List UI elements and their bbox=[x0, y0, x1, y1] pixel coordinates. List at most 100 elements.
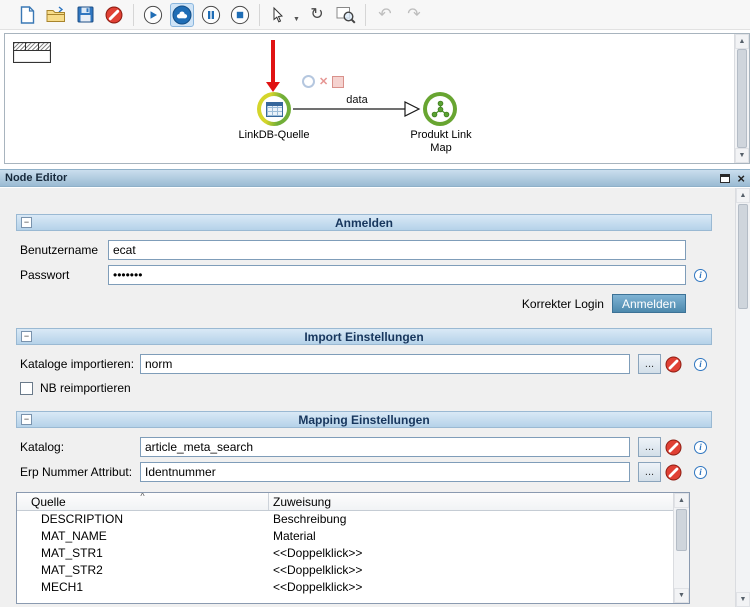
scroll-up-icon[interactable]: ▲ bbox=[735, 34, 749, 49]
collapse-icon[interactable]: − bbox=[21, 331, 32, 342]
node-core bbox=[427, 96, 453, 122]
table-row[interactable]: MECH1 <<Doppelklick>> bbox=[17, 579, 689, 596]
overview-table-widget bbox=[13, 42, 51, 63]
zuweisung-cell[interactable]: <<Doppelklick>> bbox=[269, 545, 689, 562]
arrow-shaft bbox=[271, 40, 275, 82]
table-row[interactable]: MAT_STR2 <<Doppelklick>> bbox=[17, 562, 689, 579]
collapse-icon[interactable]: − bbox=[21, 414, 32, 425]
section-header-mapping[interactable]: − Mapping Einstellungen bbox=[16, 411, 712, 428]
collapse-icon[interactable]: − bbox=[21, 217, 32, 228]
refresh-button[interactable]: ↻ bbox=[305, 3, 329, 27]
erp-attribut-label: Erp Nummer Attribut: bbox=[20, 465, 140, 479]
section-header-import[interactable]: − Import Einstellungen bbox=[16, 328, 712, 345]
workflow-canvas[interactable]: ✕ data LinkDB-Quelle Produkt Link Map ▲ bbox=[4, 33, 750, 164]
column-header-zuweisung[interactable]: Zuweisung bbox=[269, 493, 689, 510]
open-file-button[interactable] bbox=[44, 3, 68, 27]
node-core bbox=[261, 96, 287, 122]
run-button[interactable] bbox=[141, 3, 165, 27]
scrollbar-thumb[interactable] bbox=[738, 204, 748, 309]
scroll-down-icon[interactable]: ▼ bbox=[674, 588, 689, 603]
run-cloud-button[interactable] bbox=[170, 3, 194, 27]
save-icon bbox=[77, 6, 94, 23]
password-label: Passwort bbox=[20, 268, 108, 282]
undo-button[interactable]: ↶ bbox=[373, 3, 397, 27]
katalog-label: Katalog: bbox=[20, 440, 140, 454]
quelle-cell[interactable]: MAT_STR2 bbox=[17, 562, 269, 579]
node-editor-titlebar[interactable]: Node Editor × bbox=[0, 169, 750, 187]
scroll-up-icon[interactable]: ▲ bbox=[736, 188, 750, 203]
nb-reimport-checkbox[interactable] bbox=[20, 382, 33, 395]
pointer-icon bbox=[270, 6, 288, 24]
quelle-cell[interactable]: MAT_STR1 bbox=[17, 545, 269, 562]
zuweisung-cell[interactable]: Beschreibung bbox=[269, 511, 689, 528]
panel-scrollbar[interactable]: ▲ ▼ bbox=[735, 188, 750, 607]
scrollbar-thumb[interactable] bbox=[737, 49, 747, 148]
katalog-input[interactable] bbox=[140, 437, 630, 457]
refresh-icon: ↻ bbox=[310, 7, 323, 23]
zuweisung-cell[interactable]: <<Doppelklick>> bbox=[269, 579, 689, 596]
node-linkdb-quelle[interactable] bbox=[257, 92, 291, 126]
node-produkt-link-map[interactable] bbox=[423, 92, 457, 126]
info-icon[interactable]: i bbox=[694, 441, 707, 454]
browse-button[interactable]: ... bbox=[638, 462, 661, 482]
scroll-up-icon[interactable]: ▲ bbox=[674, 493, 689, 508]
forbidden-icon bbox=[105, 6, 123, 24]
table-source-icon bbox=[266, 102, 283, 117]
panel-content: − Anmelden Benutzername Passwort i Korre… bbox=[16, 188, 712, 604]
password-row: Passwort i bbox=[16, 265, 712, 285]
section-title-import: Import Einstellungen bbox=[17, 330, 711, 344]
scrollbar-thumb[interactable] bbox=[676, 509, 687, 551]
table-scrollbar[interactable]: ▲ ▼ bbox=[673, 493, 689, 603]
table-row[interactable]: MAT_STR1 <<Doppelklick>> bbox=[17, 545, 689, 562]
username-row: Benutzername bbox=[16, 240, 712, 260]
table-header: ^ Quelle Zuweisung bbox=[17, 493, 689, 511]
panel-title: Node Editor bbox=[5, 172, 67, 184]
stop-button[interactable] bbox=[228, 3, 252, 27]
zuweisung-cell[interactable]: Material bbox=[269, 528, 689, 545]
section-title-mapping: Mapping Einstellungen bbox=[17, 413, 711, 427]
table-row[interactable]: DESCRIPTION Beschreibung bbox=[17, 511, 689, 528]
edge-label: data bbox=[346, 94, 368, 106]
catalogs-input[interactable] bbox=[140, 354, 630, 374]
browse-button[interactable]: ... bbox=[638, 437, 661, 457]
erp-attribut-input[interactable] bbox=[140, 462, 630, 482]
column-header-quelle[interactable]: ^ Quelle bbox=[17, 493, 269, 510]
save-button[interactable] bbox=[73, 3, 97, 27]
tools-toolbar-group: ▼ ↻ bbox=[260, 3, 365, 27]
cloud-icon bbox=[172, 5, 192, 25]
redo-button[interactable]: ↷ bbox=[402, 3, 426, 27]
info-icon[interactable]: i bbox=[694, 358, 707, 371]
zoom-selection-button[interactable] bbox=[334, 3, 358, 27]
abort-button[interactable] bbox=[102, 3, 126, 27]
zuweisung-cell[interactable]: <<Doppelklick>> bbox=[269, 562, 689, 579]
pointer-tool-button[interactable] bbox=[267, 3, 291, 27]
table-row[interactable]: MAT_NAME Material bbox=[17, 528, 689, 545]
pause-button[interactable] bbox=[199, 3, 223, 27]
sort-ascending-icon: ^ bbox=[140, 492, 144, 501]
username-input[interactable] bbox=[108, 240, 686, 260]
password-input[interactable] bbox=[108, 265, 686, 285]
info-icon[interactable]: i bbox=[694, 466, 707, 479]
new-file-button[interactable] bbox=[15, 3, 39, 27]
node-hover-toolbar: ✕ bbox=[302, 75, 344, 88]
scroll-down-icon[interactable]: ▼ bbox=[735, 148, 749, 163]
run-toolbar-group bbox=[134, 3, 259, 27]
quelle-cell[interactable]: MAT_NAME bbox=[17, 528, 269, 545]
node-editor-panel: − Anmelden Benutzername Passwort i Korre… bbox=[0, 188, 750, 607]
node-status-ring bbox=[257, 92, 291, 126]
section-header-anmelden[interactable]: − Anmelden bbox=[16, 214, 712, 231]
anmelden-button[interactable]: Anmelden bbox=[612, 294, 686, 313]
browse-button[interactable]: ... bbox=[638, 354, 661, 374]
float-panel-icon[interactable] bbox=[720, 174, 730, 183]
close-panel-icon[interactable]: × bbox=[737, 172, 745, 185]
quelle-cell[interactable]: MECH1 bbox=[17, 579, 269, 596]
quelle-cell[interactable]: DESCRIPTION bbox=[17, 511, 269, 528]
username-label: Benutzername bbox=[20, 243, 108, 257]
canvas-scrollbar[interactable]: ▲ ▼ bbox=[734, 34, 749, 163]
node-status-ring bbox=[423, 92, 457, 126]
pause-icon bbox=[201, 5, 221, 25]
scroll-down-icon[interactable]: ▼ bbox=[736, 592, 750, 607]
info-icon[interactable]: i bbox=[694, 269, 707, 282]
pointer-dropdown-caret-icon[interactable]: ▼ bbox=[293, 16, 300, 27]
open-folder-icon bbox=[46, 6, 66, 23]
